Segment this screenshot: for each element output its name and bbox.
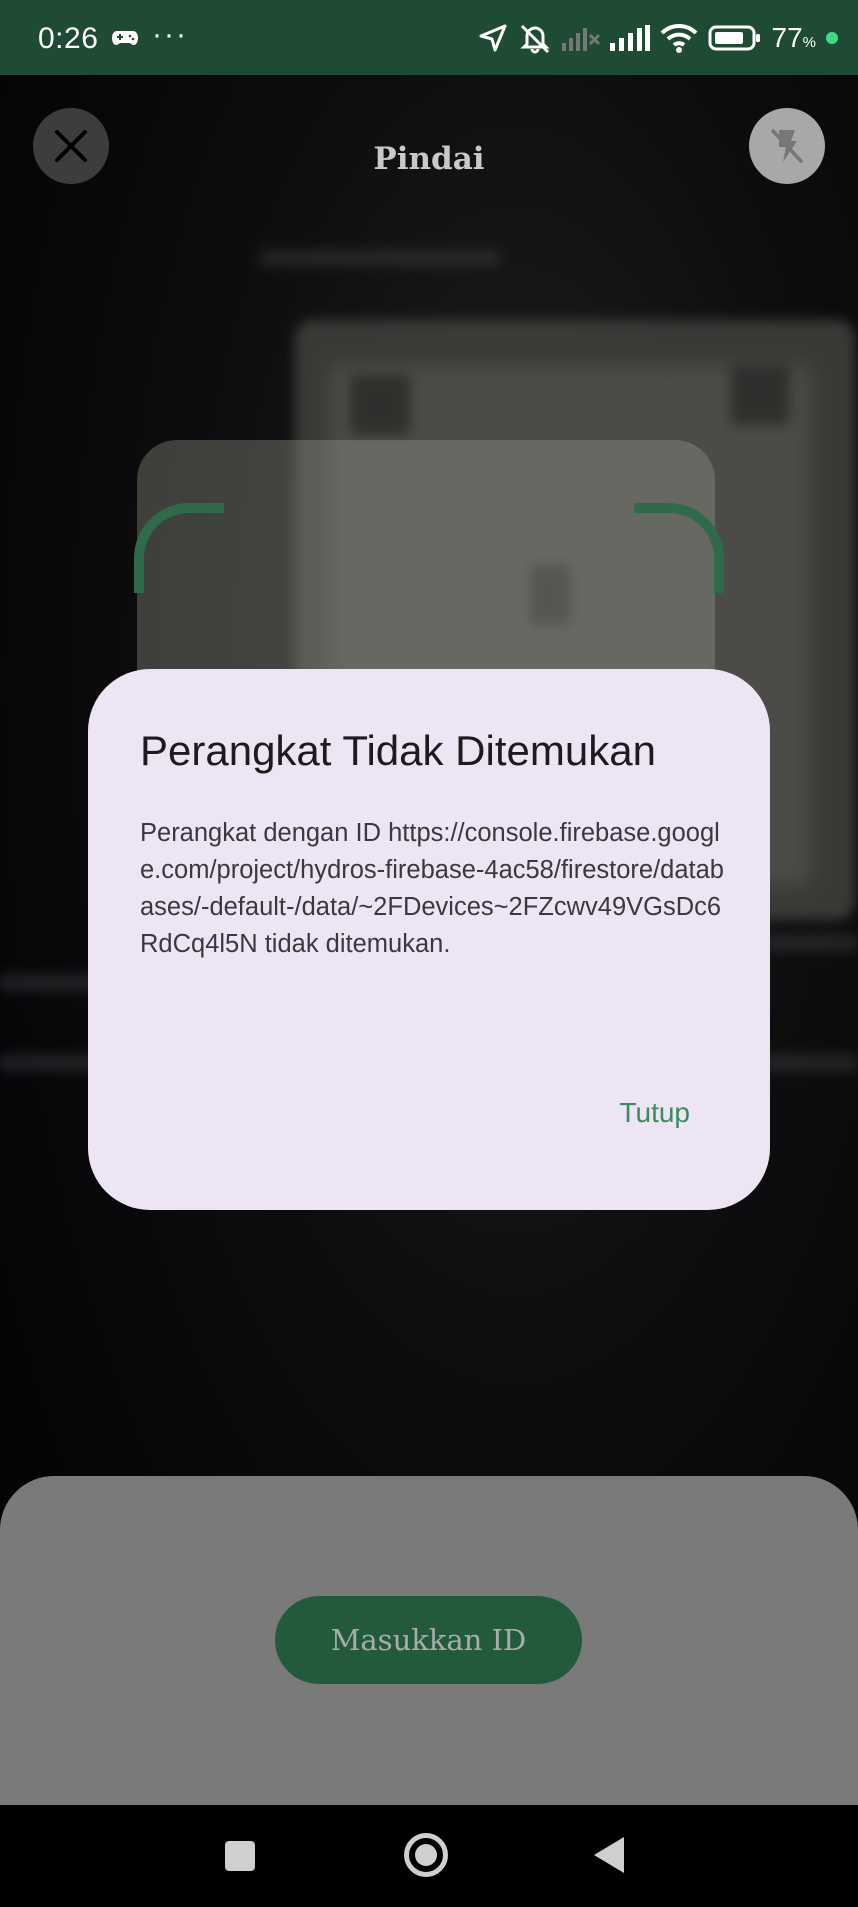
charging-dot-icon bbox=[826, 32, 838, 44]
gamepad-icon bbox=[112, 31, 138, 45]
close-dialog-button[interactable]: Tutup bbox=[609, 1087, 700, 1139]
home-icon-inner bbox=[415, 1844, 437, 1866]
location-arrow-icon bbox=[479, 24, 506, 52]
device-not-found-dialog: Perangkat Tidak Ditemukan Perangkat deng… bbox=[88, 669, 770, 1210]
dialog-title: Perangkat Tidak Ditemukan bbox=[140, 727, 656, 774]
mute-icon bbox=[519, 24, 550, 54]
status-time: 0:26 bbox=[38, 22, 99, 55]
dialog-message: Perangkat dengan ID https://console.fire… bbox=[140, 819, 724, 958]
status-icons: 77% bbox=[478, 22, 838, 54]
battery-icon bbox=[708, 25, 760, 51]
signal-icon bbox=[609, 25, 650, 51]
mobile-signal-off-icon bbox=[561, 28, 600, 51]
home-icon[interactable] bbox=[404, 1833, 448, 1877]
wifi-icon bbox=[660, 23, 697, 53]
status-bar: 0:26 ··· 77% bbox=[0, 0, 858, 75]
more-notifications-icon: ··· bbox=[152, 18, 188, 51]
recents-icon[interactable] bbox=[225, 1841, 255, 1871]
back-icon[interactable] bbox=[594, 1837, 624, 1873]
battery-percent: 77% bbox=[771, 22, 817, 53]
